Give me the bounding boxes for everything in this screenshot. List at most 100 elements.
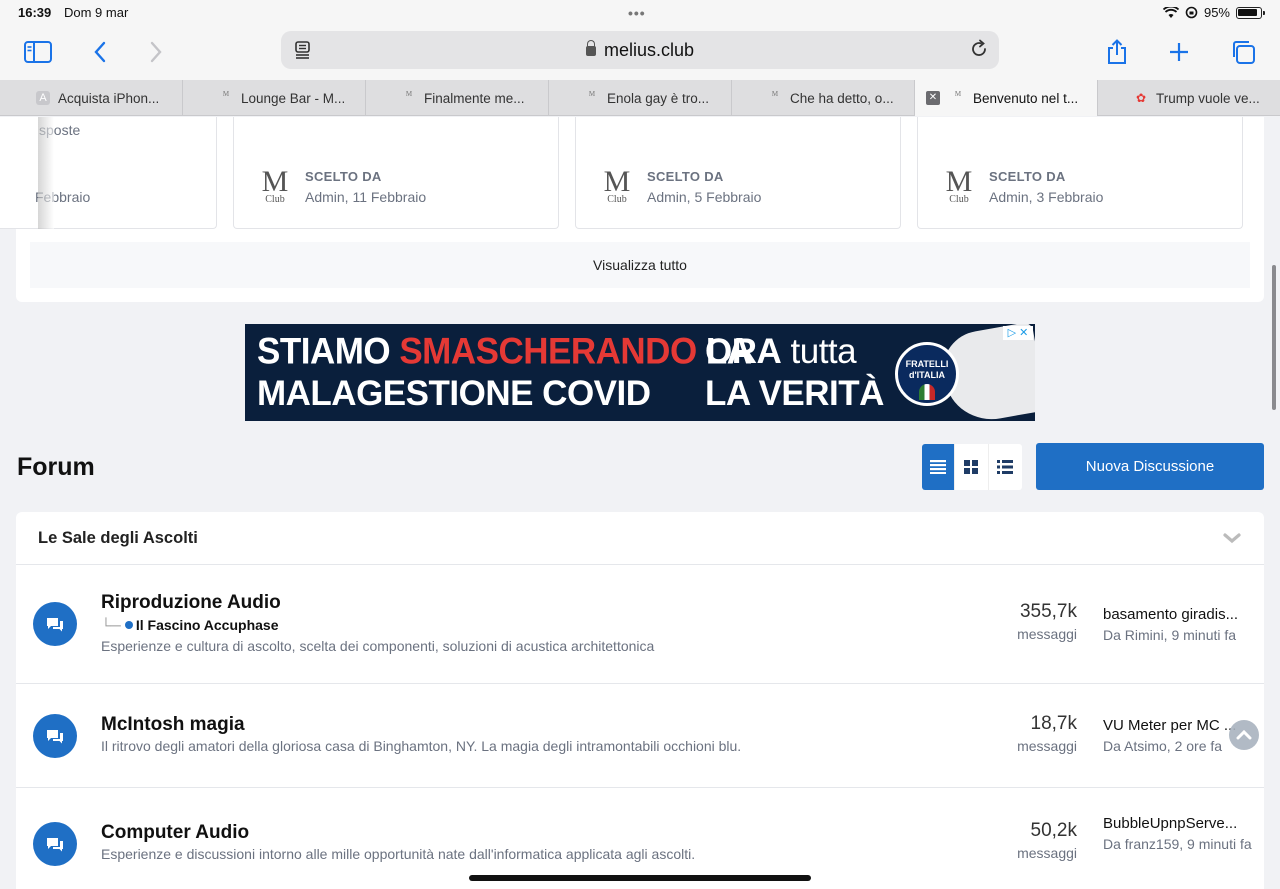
grid-view-icon bbox=[964, 460, 979, 474]
reload-icon[interactable] bbox=[969, 39, 989, 59]
subforum-link[interactable]: └─ Il Fascino Accuphase bbox=[101, 617, 278, 633]
new-tab-icon[interactable] bbox=[1163, 36, 1195, 68]
post-count-label: messaggi bbox=[1017, 738, 1077, 754]
appstore-icon: A bbox=[36, 91, 50, 105]
list-view-button[interactable] bbox=[922, 444, 956, 490]
ad-banner[interactable]: STIAMO SMASCHERANDO LA MALAGESTIONE COVI… bbox=[245, 324, 1035, 421]
featured-card-partial[interactable]: sposte Febbraio bbox=[0, 117, 217, 229]
status-bar: 16:39 Dom 9 mar ••• 95% bbox=[0, 0, 1280, 26]
lock-icon bbox=[585, 40, 596, 56]
back-icon[interactable] bbox=[84, 36, 116, 68]
home-indicator[interactable] bbox=[469, 875, 811, 881]
post-count-label: messaggi bbox=[1017, 845, 1077, 861]
close-tab-icon[interactable]: ✕ bbox=[926, 91, 940, 105]
chevron-up-icon bbox=[1236, 729, 1252, 740]
view-switcher bbox=[922, 444, 1022, 490]
tab-che-ha-detto[interactable]: M Che ha detto, o... bbox=[732, 80, 915, 116]
forum-title-link[interactable]: Computer Audio bbox=[101, 822, 249, 844]
last-post-title[interactable]: BubbleUpnpServe... bbox=[1103, 815, 1251, 832]
chosen-by-label: SCELTO DA bbox=[989, 169, 1066, 184]
featured-card[interactable]: M Club SCELTO DA Admin, 3 Febbraio bbox=[917, 117, 1243, 229]
chosen-by-label: SCELTO DA bbox=[305, 169, 382, 184]
last-post-author: Da franz159, 9 minuti fa bbox=[1103, 836, 1252, 852]
tab-finalmente[interactable]: M Finalmente me... bbox=[366, 80, 549, 116]
tricolor-flame-icon bbox=[919, 384, 935, 400]
melius-club-logo: M Club bbox=[945, 165, 973, 205]
tab-trump[interactable]: ✿ Trump vuole ve... bbox=[1098, 80, 1280, 116]
featured-card[interactable]: M Club SCELTO DA Admin, 5 Febbraio bbox=[575, 117, 901, 229]
wifi-icon bbox=[1162, 6, 1179, 18]
melius-icon: M bbox=[588, 90, 596, 98]
tab-enola-gay[interactable]: M Enola gay è tro... bbox=[549, 80, 732, 116]
reader-icon[interactable] bbox=[293, 40, 313, 60]
post-count-label: messaggi bbox=[1017, 626, 1077, 642]
chevron-down-icon[interactable] bbox=[1222, 528, 1242, 548]
adchoices-icon[interactable]: ▷ ✕ bbox=[1003, 326, 1033, 340]
address-bar[interactable]: melius.club bbox=[281, 31, 999, 69]
status-time: 16:39 bbox=[18, 5, 52, 20]
view-all-link[interactable]: Visualizza tutto bbox=[30, 242, 1250, 288]
forum-description: Esperienze e discussioni intorno alle mi… bbox=[101, 846, 696, 862]
sidebar-icon[interactable] bbox=[22, 36, 54, 68]
forum-description: Il ritrovo degli amatori della gloriosa … bbox=[101, 738, 742, 754]
forum-row[interactable]: Riproduzione Audio └─ Il Fascino Accuphas… bbox=[16, 565, 1264, 684]
featured-panel: sposte Febbraio M Club SCELTO DA Admin, 1… bbox=[0, 117, 1264, 302]
ad-right-line-1: ORA tutta bbox=[705, 332, 857, 371]
status-right: 95% bbox=[1162, 5, 1265, 20]
last-post-title[interactable]: basamento giradis... bbox=[1103, 606, 1251, 623]
post-count: 50,2k bbox=[1030, 820, 1077, 841]
last-post-author: Da Rimini, 9 minuti fa bbox=[1103, 627, 1237, 643]
forum-row[interactable]: Computer Audio Esperienze e discussioni … bbox=[16, 788, 1264, 889]
forum-heading: Forum bbox=[17, 453, 95, 481]
share-icon[interactable] bbox=[1101, 36, 1133, 68]
fratelli-ditalia-logo: FRATELLI d'ITALIA bbox=[895, 342, 959, 406]
tab-acquista-iphone[interactable]: A Acquista iPhon... bbox=[0, 80, 183, 116]
compact-view-button[interactable] bbox=[989, 444, 1022, 490]
featured-card[interactable]: M Club SCELTO DA Admin, 11 Febbraio bbox=[233, 117, 559, 229]
melius-icon: M bbox=[771, 90, 779, 98]
browser-toolbar: melius.club bbox=[0, 26, 1280, 80]
multitasking-dots-icon[interactable]: ••• bbox=[628, 5, 646, 21]
forum-title-link[interactable]: Riproduzione Audio bbox=[101, 592, 281, 614]
page-content: sposte Febbraio M Club SCELTO DA Admin, 1… bbox=[0, 117, 1280, 889]
chosen-by-label: SCELTO DA bbox=[647, 169, 724, 184]
post-count: 355,7k bbox=[1019, 601, 1077, 622]
tab-bar: A Acquista iPhon... M Lounge Bar - M... … bbox=[0, 80, 1280, 116]
ad-line-2: MALAGESTIONE COVID bbox=[257, 374, 651, 413]
status-date: Dom 9 mar bbox=[64, 5, 129, 20]
ad-right-line-2: LA VERITÀ bbox=[705, 374, 884, 413]
compact-list-icon bbox=[997, 460, 1014, 474]
tabs-overview-icon[interactable] bbox=[1227, 36, 1259, 68]
url-text: melius.club bbox=[603, 39, 695, 60]
chat-bubble-icon bbox=[33, 714, 77, 758]
tab-benvenuto[interactable]: ✕ M Benvenuto nel t... bbox=[915, 80, 1098, 116]
forum-title-link[interactable]: McIntosh magia bbox=[101, 714, 245, 736]
unread-dot-icon bbox=[124, 621, 133, 629]
scroll-to-top-button[interactable] bbox=[1229, 720, 1259, 750]
chat-bubble-icon bbox=[33, 602, 77, 646]
chosen-by-author: Admin, 3 Febbraio bbox=[989, 189, 1104, 205]
list-view-icon bbox=[930, 460, 947, 474]
post-count: 18,7k bbox=[1030, 713, 1077, 734]
melius-icon: M bbox=[954, 90, 962, 98]
chat-bubble-icon bbox=[33, 822, 77, 866]
forward-icon[interactable] bbox=[140, 36, 172, 68]
new-discussion-button[interactable]: Nuova Discussione bbox=[1036, 443, 1264, 490]
melius-club-logo: M Club bbox=[603, 165, 631, 205]
ad-line-1: STIAMO SMASCHERANDO LA bbox=[257, 331, 752, 372]
chosen-by-author: Admin, 11 Febbraio bbox=[305, 189, 427, 205]
scroll-shade bbox=[38, 117, 54, 229]
tab-lounge-bar[interactable]: M Lounge Bar - M... bbox=[183, 80, 366, 116]
battery-icon bbox=[1236, 6, 1265, 19]
forum-description: Esperienze e cultura di ascolto, scelta … bbox=[101, 638, 655, 654]
melius-icon: M bbox=[405, 90, 413, 98]
category-header[interactable]: Le Sale degli Ascolti bbox=[16, 512, 1264, 565]
nbc-peacock-icon: ✿ bbox=[1135, 91, 1147, 105]
orientation-lock-icon bbox=[1185, 6, 1198, 19]
melius-club-logo: M Club bbox=[261, 165, 289, 205]
chosen-by-author: Admin, 5 Febbraio bbox=[647, 189, 762, 205]
forum-row[interactable]: McIntosh magia Il ritrovo degli amatori … bbox=[16, 684, 1264, 788]
grid-view-button[interactable] bbox=[955, 444, 989, 490]
category-title: Le Sale degli Ascolti bbox=[38, 529, 198, 547]
page-scrollbar[interactable] bbox=[1272, 265, 1276, 410]
